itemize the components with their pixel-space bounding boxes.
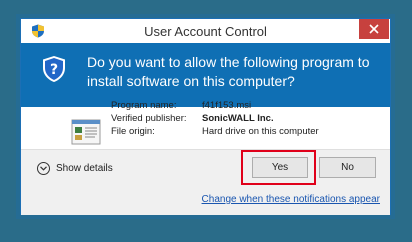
uac-shield-icon: ? [43,56,65,82]
yes-button[interactable]: Yes [252,157,308,178]
title-bar: User Account Control [21,19,390,43]
show-details-label: Show details [56,163,113,174]
file-origin-value: Hard drive on this computer [202,126,319,137]
program-name-row: Program name: f41f153.msi [111,99,319,112]
no-button[interactable]: No [319,157,376,178]
show-details-toggle[interactable]: Show details [37,162,113,175]
chevron-down-icon [37,162,50,175]
program-name-label: Program name: [111,100,177,111]
program-name-value: f41f153.msi [202,100,252,111]
svg-text:?: ? [50,62,58,78]
publisher-value: SonicWALL Inc. [202,113,274,124]
question-banner: ? Do you want to allow the following pro… [21,43,390,107]
program-info: Program name: f41f153.msi Verified publi… [111,99,319,138]
close-icon [369,24,379,34]
file-origin-label: File origin: [111,126,155,137]
close-button[interactable] [359,19,389,39]
publisher-label: Verified publisher: [111,113,187,124]
program-icon [71,119,101,145]
dialog-footer: Show details Yes No Change when these no… [21,149,390,215]
uac-dialog: User Account Control ? Do you want to al… [20,18,391,215]
file-origin-row: File origin: Hard drive on this computer [111,125,319,138]
publisher-row: Verified publisher: SonicWALL Inc. [111,112,319,125]
window-title: User Account Control [144,24,267,39]
change-notifications-link[interactable]: Change when these notifications appear [202,194,380,205]
question-text: Do you want to allow the following progr… [87,54,370,89]
